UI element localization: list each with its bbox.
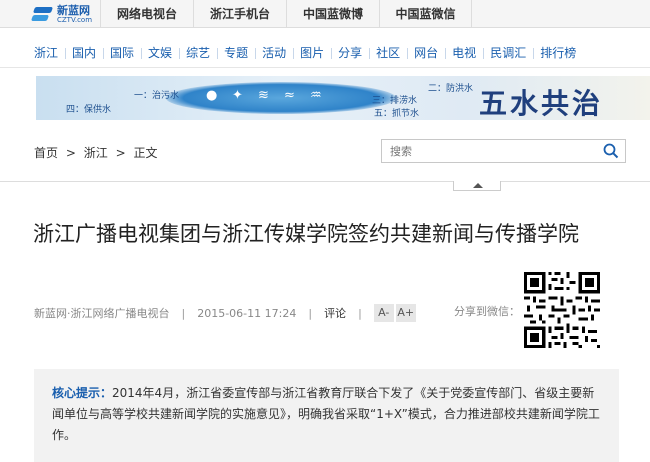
site-logo[interactable]: 新蓝网 CZTV.com bbox=[30, 3, 98, 25]
breadcrumb-section[interactable]: 浙江 bbox=[84, 146, 108, 160]
water-drop-icon: ● bbox=[206, 88, 218, 103]
nav-item-domestic[interactable]: 国内 bbox=[65, 38, 103, 68]
nav-item-polls[interactable]: 民调汇 bbox=[483, 38, 533, 68]
nav-item-network-station[interactable]: 网台 bbox=[407, 38, 445, 68]
nav-item-tv[interactable]: 电视 bbox=[445, 38, 483, 68]
breadcrumb-separator: > bbox=[65, 146, 76, 160]
top-link-weibo[interactable]: 中国蓝微博 bbox=[286, 0, 379, 28]
logo-name: 新蓝网 bbox=[57, 3, 90, 17]
main-nav: 浙江 国内 国际 文娱 综艺 专题 活动 图片 分享 社区 网台 电视 民调汇 … bbox=[0, 38, 650, 68]
nav-item-rankings[interactable]: 排行榜 bbox=[533, 38, 583, 68]
banner-label-one: 一：治污水 bbox=[134, 91, 180, 101]
top-bar: 新蓝网 CZTV.com 网络电视台 浙江手机台 中国蓝微博 中国蓝微信 bbox=[0, 0, 650, 28]
article-meta: 新蓝网·浙江网络广播电视台 | 2015-06-11 17:24 | 评论 | … bbox=[34, 304, 418, 322]
search-box bbox=[381, 139, 626, 163]
breadcrumb-home[interactable]: 首页 bbox=[34, 146, 58, 160]
nav-item-variety[interactable]: 综艺 bbox=[179, 38, 217, 68]
search-input[interactable] bbox=[382, 140, 592, 162]
wechat-qr-code bbox=[524, 272, 600, 348]
banner-label-three: 三：排涝水 bbox=[372, 96, 418, 106]
banner-label-four: 四：保供水 bbox=[66, 105, 112, 115]
article-summary: 核心提示：2014年4月，浙江省委宣传部与浙江省教育厅联合下发了《关于党委宣传部… bbox=[34, 369, 619, 462]
summary-text: 2014年4月，浙江省委宣传部与浙江省教育厅联合下发了《关于党委宣传部门、省级主… bbox=[52, 386, 600, 442]
summary-label: 核心提示： bbox=[52, 386, 113, 400]
logo-domain: CZTV.com bbox=[57, 15, 93, 24]
breadcrumb-separator: > bbox=[115, 146, 126, 160]
font-larger-button[interactable]: A+ bbox=[395, 304, 416, 322]
article-title: 浙江广播电视集团与浙江传媒学院签约共建新闻与传播学院 bbox=[33, 222, 579, 246]
banner-label-two: 二：防洪水 bbox=[428, 84, 474, 94]
nav-item-topics[interactable]: 专题 bbox=[217, 38, 255, 68]
five-water-banner[interactable]: ● ✦ ≋ ≈ ♒ 一：治污水 二：防洪水 三：排涝水 四：保供水 五：抓节水 … bbox=[36, 76, 650, 120]
top-link-wechat[interactable]: 中国蓝微信 bbox=[379, 0, 472, 28]
breadcrumb-current: 正文 bbox=[133, 146, 158, 160]
tap-icon: ♒ bbox=[310, 88, 322, 103]
meta-divider: | bbox=[181, 306, 186, 320]
water-wave-graphic bbox=[166, 82, 396, 114]
font-smaller-button[interactable]: A- bbox=[373, 304, 394, 322]
comment-link[interactable]: 评论 bbox=[324, 305, 346, 321]
waves-icon: ≋ bbox=[258, 88, 269, 103]
top-links: 网络电视台 浙江手机台 中国蓝微博 中国蓝微信 bbox=[100, 0, 472, 28]
nav-item-community[interactable]: 社区 bbox=[369, 38, 407, 68]
ripple-icon: ≈ bbox=[284, 88, 295, 103]
collapse-toggle[interactable] bbox=[453, 181, 501, 191]
nav-item-events[interactable]: 活动 bbox=[255, 38, 293, 68]
nav-item-zhejiang[interactable]: 浙江 bbox=[34, 38, 65, 68]
top-link-mobile[interactable]: 浙江手机台 bbox=[193, 0, 286, 28]
nav-item-share[interactable]: 分享 bbox=[331, 38, 369, 68]
search-icon[interactable] bbox=[603, 143, 619, 159]
article-datetime: 2015-06-11 17:24 bbox=[197, 306, 297, 320]
logo-mark-icon bbox=[30, 5, 54, 23]
article-source: 新蓝网·浙江网络广播电视台 bbox=[34, 307, 170, 320]
breadcrumb: 首页 > 浙江 > 正文 bbox=[34, 144, 161, 161]
banner-label-five: 五：抓节水 bbox=[374, 109, 420, 119]
divider bbox=[0, 181, 650, 182]
top-link-tv[interactable]: 网络电视台 bbox=[100, 0, 193, 28]
nav-item-international[interactable]: 国际 bbox=[103, 38, 141, 68]
banner-title: 五水共治 bbox=[479, 87, 604, 120]
meta-divider: | bbox=[358, 306, 362, 320]
wechat-share-label: 分享到微信： bbox=[454, 305, 520, 318]
rain-drops-icon: ✦ bbox=[232, 88, 243, 103]
nav-item-photos[interactable]: 图片 bbox=[293, 38, 331, 68]
meta-divider: | bbox=[308, 306, 313, 320]
nav-item-entertainment[interactable]: 文娱 bbox=[141, 38, 179, 68]
